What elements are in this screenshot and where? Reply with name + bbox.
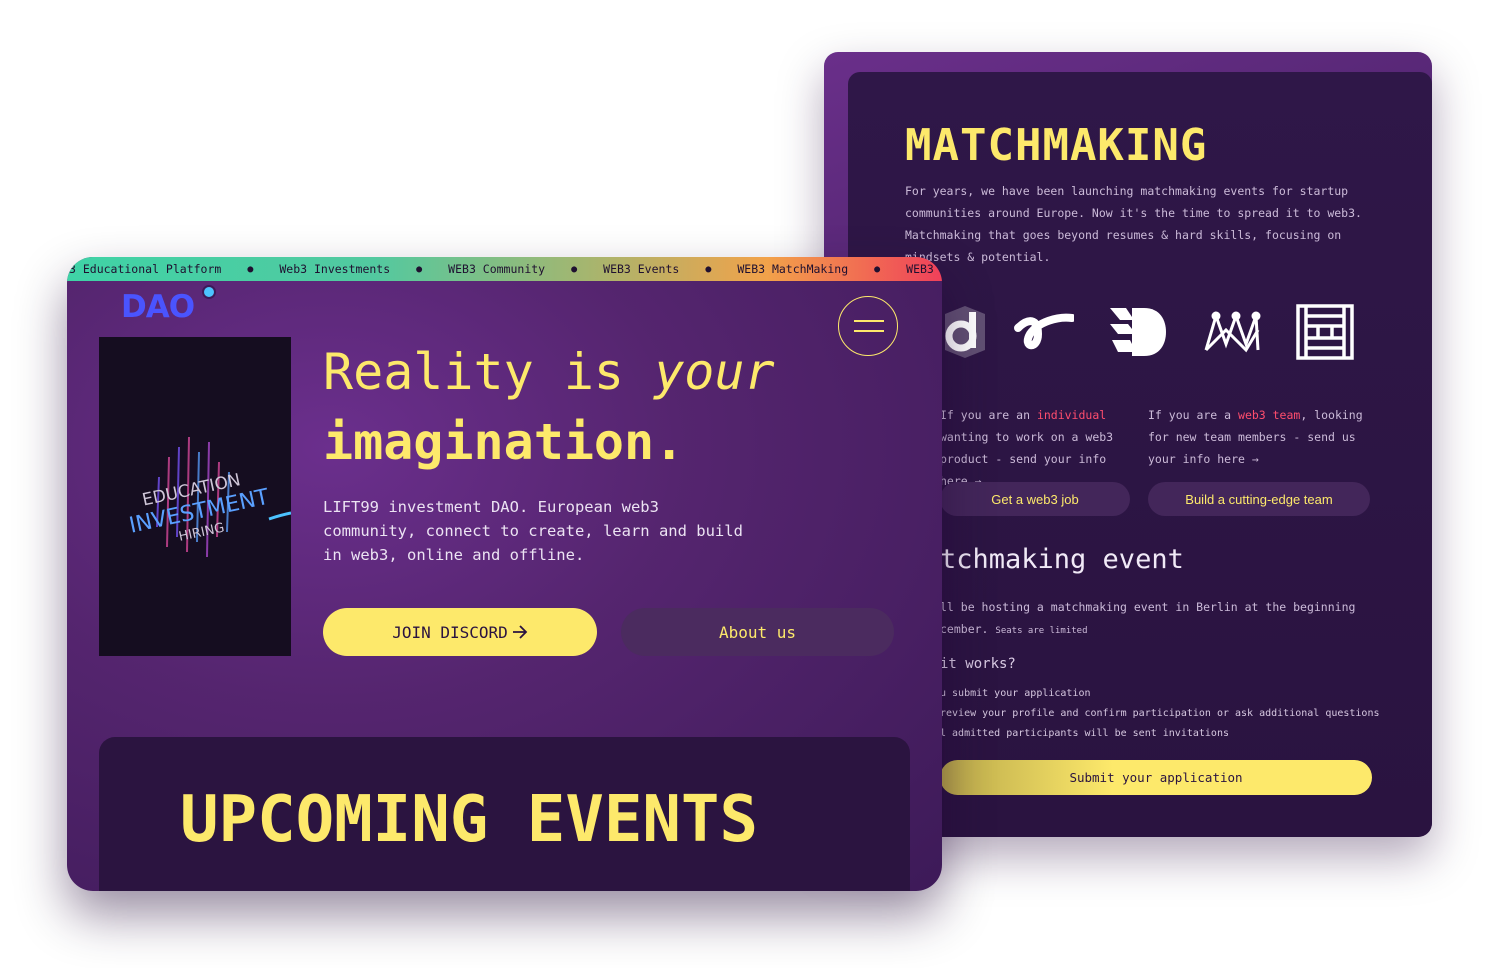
join-discord-label: JOIN DISCORD [392, 622, 508, 642]
hamburger-icon [854, 320, 884, 322]
individual-text: If you are an individual wanting to work… [940, 408, 1114, 488]
hero-title-line1: Reality is your [323, 343, 775, 401]
ticker-item[interactable]: Web3 Investments [279, 262, 390, 276]
ticker-item[interactable]: WEB3 MatchMaking [737, 262, 848, 276]
ticker-dot-icon: ● [247, 263, 254, 275]
grid-h-logo [1296, 304, 1354, 360]
hero-title-line2: imagination. [323, 413, 685, 471]
ticker-item[interactable]: WEB3 Community [448, 262, 545, 276]
home-page-card: 3 Educational Platform ● Web3 Investment… [67, 257, 942, 891]
hero-description: LIFT99 investment DAO. European web3 com… [323, 498, 743, 564]
ticker-dot-icon: ● [705, 263, 712, 275]
build-team-button[interactable]: Build a cutting-edge team [1148, 482, 1370, 516]
how-it-works-steps: u submit your application review your pr… [940, 684, 1380, 744]
swoosh-logo [1014, 313, 1074, 350]
menu-button[interactable] [838, 296, 898, 356]
how-it-works-title: it works? [940, 656, 1016, 672]
ticker-bar: 3 Educational Platform ● Web3 Investment… [67, 257, 942, 281]
hero-video[interactable]: EDUCATION INVESTMENT HIRING [99, 337, 292, 656]
team-text: If you are a web3 team, looking for new … [1148, 408, 1363, 466]
about-us-button[interactable]: About us [621, 608, 894, 656]
video-art: EDUCATION INVESTMENT HIRING [127, 436, 292, 558]
logo-dot-icon [202, 285, 216, 299]
dao-logo[interactable]: DAO [121, 289, 195, 325]
bolt-d-logo [1110, 308, 1166, 356]
double-m-logo [1204, 311, 1261, 353]
ticker-item[interactable]: WEB3 Edu [906, 262, 942, 276]
ticker-item[interactable]: 3 Educational Platform [69, 262, 221, 276]
ticker-dot-icon: ● [874, 263, 881, 275]
hexagon-d-logo [945, 306, 985, 358]
matchmaking-event-title: tchmaking event [940, 544, 1184, 575]
arrow-right-icon [512, 625, 528, 639]
upcoming-events-section: UPCOMING EVENTS [99, 737, 910, 891]
upcoming-events-title: UPCOMING EVENTS [180, 783, 758, 857]
ticker-dot-icon: ● [416, 263, 423, 275]
step-item: l admitted participants will be sent inv… [940, 728, 1229, 739]
matchmaking-event-text: ll be hosting a matchmaking event in Ber… [940, 600, 1356, 636]
ticker-dot-icon: ● [571, 263, 578, 275]
join-discord-button[interactable]: JOIN DISCORD [323, 608, 597, 656]
submit-application-button[interactable]: Submit your application [940, 760, 1372, 795]
step-item: review your profile and confirm particip… [940, 708, 1380, 719]
ticker-item[interactable]: WEB3 Events [603, 262, 679, 276]
matchmaking-title: MATCHMAKING [905, 120, 1208, 171]
matchmaking-description: For years, we have been launching matchm… [905, 184, 1362, 264]
step-item: u submit your application [940, 688, 1091, 699]
hamburger-icon [854, 330, 884, 332]
get-web3-job-button[interactable]: Get a web3 job [940, 482, 1130, 516]
